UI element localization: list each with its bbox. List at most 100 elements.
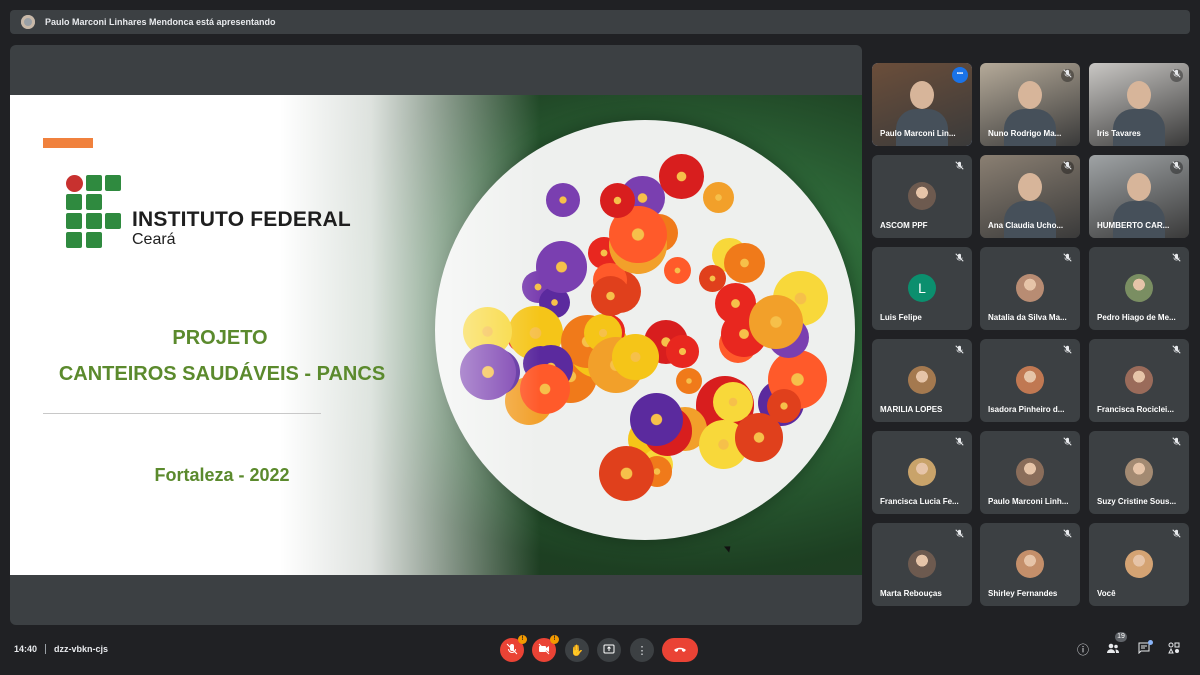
mic-off-icon (1170, 161, 1183, 174)
mic-off-icon (953, 437, 966, 450)
participant-name: Paulo Marconi Linh... (988, 497, 1069, 506)
avatar (1125, 274, 1153, 302)
mic-off-icon (1061, 69, 1074, 82)
participant-name: ASCOM PPF (880, 221, 928, 230)
more-vert-icon: ⋮ (636, 644, 648, 657)
presentation-stage[interactable]: INSTITUTO FEDERAL Ceará PROJETO CANTEIRO… (10, 45, 862, 625)
participant-tile[interactable]: Marta Rebouças (872, 523, 972, 606)
activities-icon (1168, 642, 1180, 657)
participant-name: Suzy Cristine Sous... (1097, 497, 1177, 506)
avatar (908, 182, 936, 210)
participant-name: Marta Rebouças (880, 589, 942, 598)
meeting-details: 14:40 dzz-vbkn-cjs (14, 644, 108, 654)
institution-name: INSTITUTO FEDERAL (132, 208, 351, 231)
participant-tile[interactable]: Francisca Rociclei... (1089, 339, 1189, 422)
meeting-code[interactable]: dzz-vbkn-cjs (54, 644, 108, 654)
mic-toggle-button[interactable]: ! (500, 635, 527, 662)
activities-button[interactable] (1166, 642, 1182, 658)
slide-accent-bar (43, 138, 93, 148)
avatar (1016, 458, 1044, 486)
participant-tile[interactable]: MARILIA LOPES (872, 339, 972, 422)
mic-off-icon (953, 529, 966, 542)
mic-off-icon (953, 253, 966, 266)
participant-name: Shirley Fernandes (988, 589, 1058, 598)
avatar: L (908, 274, 936, 302)
mic-off-icon (1170, 69, 1183, 82)
participant-name: Pedro Hiago de Me... (1097, 313, 1176, 322)
raise-hand-button[interactable]: ✋ (565, 638, 589, 662)
mic-off-icon (1061, 529, 1074, 542)
mic-off-icon (1061, 345, 1074, 358)
mic-off-icon (953, 345, 966, 358)
avatar (1125, 366, 1153, 394)
camera-off-icon (538, 643, 550, 658)
avatar (1125, 458, 1153, 486)
info-icon: ⓘ (1076, 643, 1089, 657)
avatar (1016, 274, 1044, 302)
leave-call-button[interactable] (662, 638, 698, 662)
people-icon (1106, 643, 1120, 657)
participant-name: Luis Felipe (880, 313, 922, 322)
participant-name: HUMBERTO CAR... (1097, 221, 1170, 230)
mic-off-icon (1170, 345, 1183, 358)
present-button[interactable] (597, 638, 621, 662)
participant-name: Iris Tavares (1097, 129, 1141, 138)
project-title-line1: PROJETO (172, 327, 268, 349)
mic-off-icon (1170, 253, 1183, 266)
participant-name: Natalia da Silva Ma... (988, 313, 1067, 322)
avatar (1125, 550, 1153, 578)
hand-icon: ✋ (570, 644, 584, 657)
camera-toggle-button[interactable]: ! (532, 635, 559, 662)
avatar (1016, 366, 1044, 394)
project-title-line2: CANTEIROS SAUDÁVEIS - PANCS (58, 363, 386, 385)
presenter-banner: Paulo Marconi Linhares Mendonca está apr… (10, 10, 1190, 34)
avatar (908, 550, 936, 578)
avatar (908, 458, 936, 486)
avatar (1016, 550, 1044, 578)
mic-warning-badge: ! (518, 635, 527, 644)
meeting-info-button[interactable]: ⓘ (1075, 642, 1091, 658)
present-icon (603, 643, 615, 658)
participant-tile[interactable]: L Luis Felipe (872, 247, 972, 330)
participant-name: Ana Claudia Ucho... (988, 221, 1064, 230)
participant-name: Você (1097, 589, 1116, 598)
camera-warning-badge: ! (550, 635, 559, 644)
participant-tile[interactable]: ••• Paulo Marconi Lin... (872, 63, 972, 146)
participant-name: MARILIA LOPES (880, 405, 943, 414)
participant-tile[interactable]: Francisca Lucia Fe... (872, 431, 972, 514)
participant-count-badge: 19 (1115, 632, 1127, 642)
participant-name: Francisca Lucia Fe... (880, 497, 959, 506)
presenter-banner-text: Paulo Marconi Linhares Mendonca está apr… (45, 17, 276, 27)
mic-off-icon (506, 643, 518, 658)
participant-tile[interactable]: Você (1089, 523, 1189, 606)
speaking-indicator-icon[interactable]: ••• (952, 67, 968, 83)
participant-name: Paulo Marconi Lin... (880, 129, 956, 138)
chat-icon (1138, 642, 1150, 657)
participant-tile[interactable]: Ana Claudia Ucho... (980, 155, 1080, 238)
participant-tile[interactable]: Natalia da Silva Ma... (980, 247, 1080, 330)
presentation-slide: INSTITUTO FEDERAL Ceará PROJETO CANTEIRO… (10, 95, 862, 575)
participant-tile[interactable]: Paulo Marconi Linh... (980, 431, 1080, 514)
participant-tile[interactable]: Nuno Rodrigo Ma... (980, 63, 1080, 146)
participant-tile[interactable]: HUMBERTO CAR... (1089, 155, 1189, 238)
chat-unread-dot (1148, 640, 1153, 645)
phone-hangup-icon (673, 643, 687, 657)
participant-name: Francisca Rociclei... (1097, 405, 1174, 414)
mic-off-icon (1061, 161, 1074, 174)
slide-divider (43, 413, 321, 414)
clock-time: 14:40 (14, 644, 38, 654)
mic-off-icon (1061, 437, 1074, 450)
mic-off-icon (1061, 253, 1074, 266)
participant-name: Isadora Pinheiro d... (988, 405, 1065, 414)
participant-tile[interactable]: Iris Tavares (1089, 63, 1189, 146)
people-button[interactable] (1105, 642, 1121, 658)
participant-tile[interactable]: Suzy Cristine Sous... (1089, 431, 1189, 514)
institution-logo (66, 175, 126, 249)
participant-tile[interactable]: Shirley Fernandes (980, 523, 1080, 606)
mic-off-icon (953, 161, 966, 174)
participant-tile[interactable]: Isadora Pinheiro d... (980, 339, 1080, 422)
slide-city-year: Fortaleza - 2022 (154, 465, 290, 485)
participant-tile[interactable]: Pedro Hiago de Me... (1089, 247, 1189, 330)
participant-tile[interactable]: ASCOM PPF (872, 155, 972, 238)
more-options-button[interactable]: ⋮ (630, 638, 654, 662)
